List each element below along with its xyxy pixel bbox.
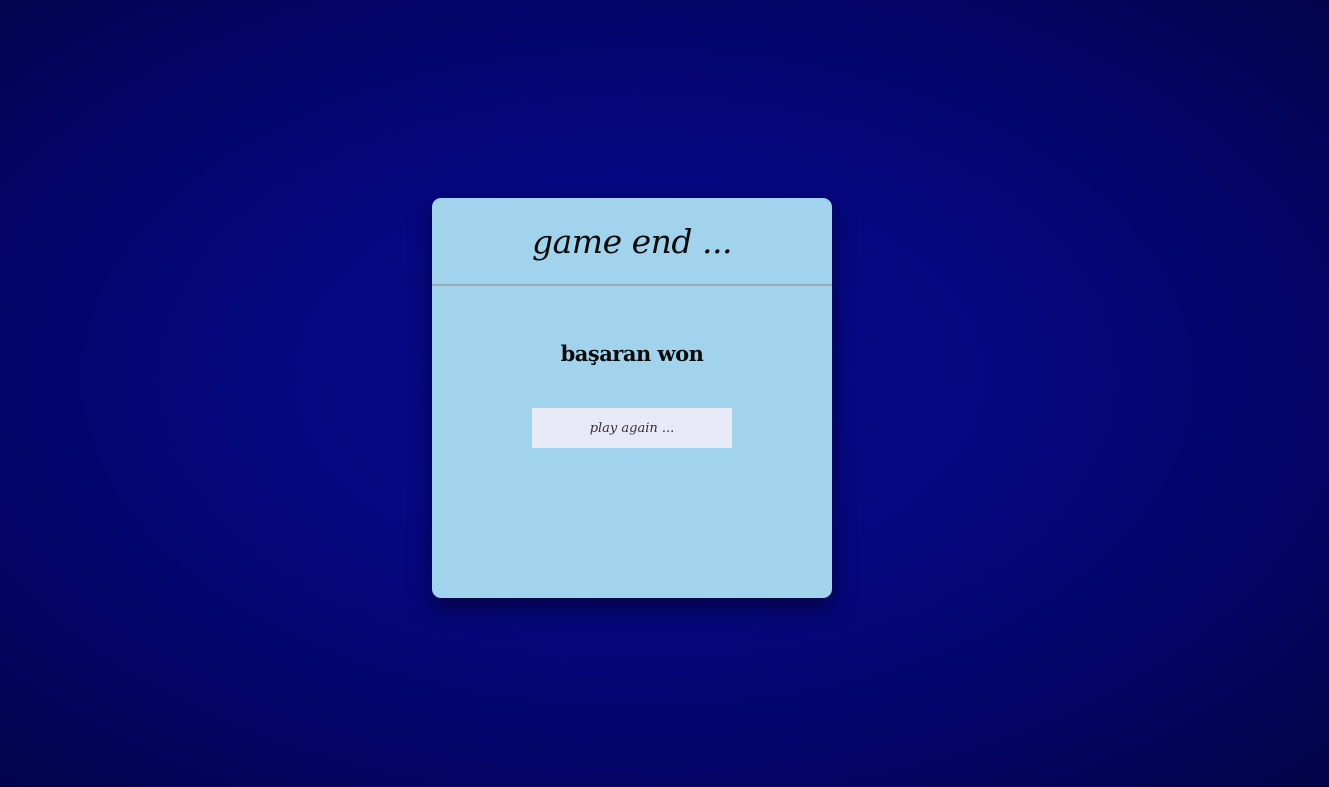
dialog-header: game end ... — [432, 198, 832, 286]
dialog-title: game end ... — [532, 221, 732, 261]
game-end-dialog: game end ... başaran won play again ... — [432, 198, 832, 598]
dialog-body: başaran won play again ... — [432, 286, 832, 448]
winner-message: başaran won — [560, 341, 704, 366]
play-again-button[interactable]: play again ... — [532, 408, 732, 448]
game-end-screen: { "dialog": { "title": "game end ...", "… — [0, 0, 1329, 787]
